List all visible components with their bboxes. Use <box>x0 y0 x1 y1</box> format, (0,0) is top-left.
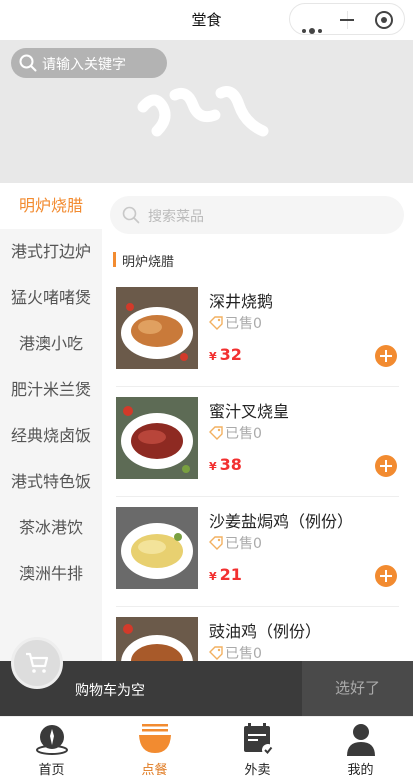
tag-icon <box>209 316 223 330</box>
dish-name: 沙姜盐焗鸡（例份） <box>209 512 354 531</box>
search-placeholder: 请输入关键字 <box>42 57 126 73</box>
cart-button[interactable] <box>11 637 63 689</box>
dish-photo <box>116 507 198 589</box>
section-title-text: 明炉烧腊 <box>122 255 175 270</box>
category-item-active[interactable]: 明炉烧腊 <box>0 183 102 229</box>
category-item[interactable]: 茶冰港饮 <box>0 505 102 551</box>
tab-label: 点餐 <box>141 763 168 778</box>
dish-list-panel: 搜索菜品 明炉烧腊 深井烧鹅 已售0 ¥32 蜜汁叉烧皇 已售0 ¥ 38 沙姜… <box>102 183 413 716</box>
category-item[interactable]: 港澳小吃 <box>0 321 102 367</box>
person-icon <box>347 724 375 756</box>
search-icon <box>19 54 37 72</box>
dish-sold-count: 已售0 <box>209 643 262 663</box>
dish-photo <box>116 397 198 479</box>
add-to-cart-button[interactable] <box>375 565 397 587</box>
category-sidebar: 明炉烧腊 港式打边炉 猛火啫啫煲 港澳小吃 肥汁米兰煲 经典烧卤饭 港式特色饭 … <box>0 183 102 716</box>
tag-icon <box>209 536 223 550</box>
category-item[interactable]: 港式特色饭 <box>0 459 102 505</box>
dish-price: ¥38 <box>209 455 242 474</box>
dish-item[interactable]: 沙姜盐焗鸡（例份） 已售0 ¥21 <box>102 507 413 617</box>
home-icon <box>36 725 68 755</box>
dish-item[interactable]: 蜜汁叉烧皇 已售0 ¥38 <box>102 397 413 507</box>
search-icon <box>122 206 140 224</box>
category-item[interactable]: 经典烧卤饭 <box>0 413 102 459</box>
tag-icon <box>209 646 223 660</box>
dish-price: ¥21 <box>209 565 242 584</box>
add-to-cart-button[interactable] <box>375 455 397 477</box>
dish-search-input[interactable]: 搜索菜品 <box>110 196 404 234</box>
category-item[interactable]: 猛火啫啫煲 <box>0 275 102 321</box>
dish-sold-count: 已售0 <box>209 423 262 443</box>
more-icon[interactable] <box>302 18 325 37</box>
dish-name: 深井烧鹅 <box>209 292 274 311</box>
category-item[interactable]: 港式打边炉 <box>0 229 102 275</box>
tab-home[interactable]: 首页 <box>0 717 103 779</box>
tab-delivery[interactable]: 外卖 <box>206 717 309 779</box>
dish-item[interactable]: 深井烧鹅 已售0 ¥32 <box>102 287 413 397</box>
mini-program-capsule <box>289 3 405 35</box>
minimize-icon[interactable] <box>340 19 354 21</box>
tab-label: 首页 <box>38 763 65 778</box>
tab-profile[interactable]: 我的 <box>309 717 412 779</box>
dish-name: 豉油鸡（例份） <box>209 622 322 641</box>
calendar-icon <box>244 723 274 756</box>
dish-sold-count: 已售0 <box>209 313 262 333</box>
tab-order[interactable]: 点餐 <box>103 717 206 779</box>
bottom-tab-bar: 首页 点餐 外卖 我的 <box>0 716 413 779</box>
divider <box>116 386 399 387</box>
tab-label: 我的 <box>347 763 374 778</box>
checkout-button[interactable]: 选好了 <box>302 661 413 716</box>
divider <box>116 606 399 607</box>
tab-label: 外卖 <box>244 763 271 778</box>
dish-price: ¥32 <box>209 345 242 364</box>
header: 堂食 <box>0 0 413 40</box>
keyword-search-input[interactable]: 请输入关键字 <box>11 48 167 78</box>
section-marker <box>113 252 116 267</box>
cart-icon <box>26 652 49 673</box>
tag-icon <box>209 426 223 440</box>
placeholder-logo-icon <box>137 86 269 137</box>
dish-photo <box>116 287 198 369</box>
category-item[interactable]: 澳洲牛排 <box>0 551 102 597</box>
category-item[interactable]: 肥汁米兰煲 <box>0 367 102 413</box>
dish-sold-count: 已售0 <box>209 533 262 553</box>
add-to-cart-button[interactable] <box>375 345 397 367</box>
close-icon[interactable] <box>375 11 393 29</box>
divider <box>116 496 399 497</box>
dish-name: 蜜汁叉烧皇 <box>209 402 290 421</box>
cart-empty-text: 购物车为空 <box>75 683 145 699</box>
banner: 请输入关键字 <box>0 40 413 183</box>
dish-search-placeholder: 搜索菜品 <box>148 209 204 225</box>
bowl-icon <box>139 724 171 753</box>
